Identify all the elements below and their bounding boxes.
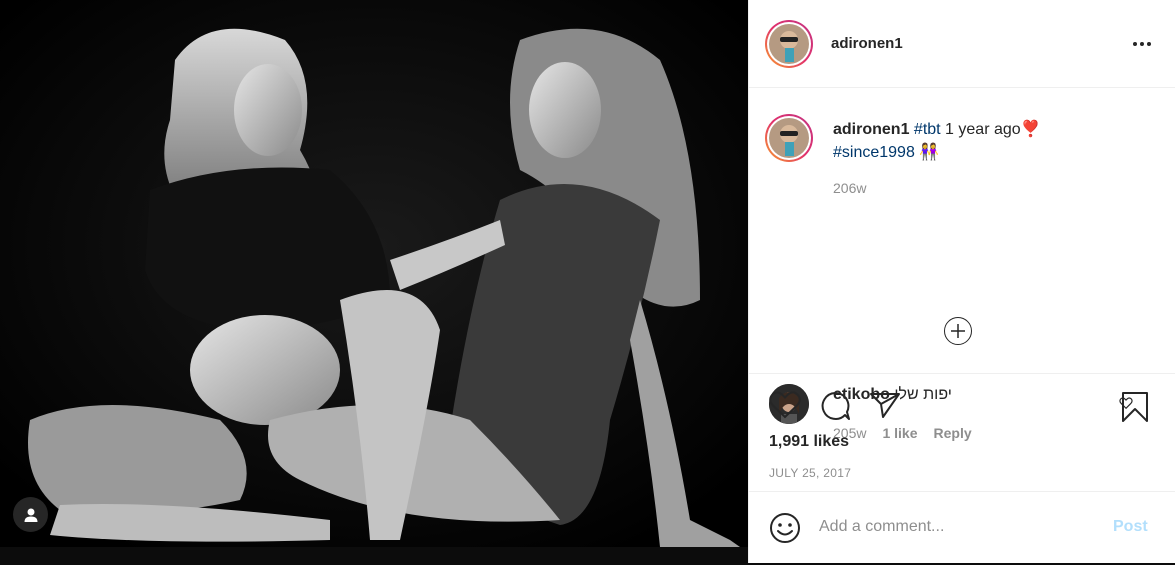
like-button[interactable]: [769, 391, 801, 424]
author-avatar[interactable]: [765, 19, 813, 68]
people-emoji: 👭: [919, 144, 940, 161]
caption-text: adironen1 #tbt 1 year ago❣️ #since1998 👭: [833, 118, 1153, 164]
user-icon: [24, 508, 37, 522]
smiley-icon: [770, 513, 800, 543]
emoji-button[interactable]: [769, 512, 801, 549]
tagged-users-button[interactable]: [13, 497, 48, 532]
caption-time[interactable]: 206w: [833, 180, 866, 196]
caption-body: 1 year ago: [940, 121, 1021, 138]
photo-image: [0, 0, 748, 547]
post-comment-button[interactable]: Post: [1113, 518, 1148, 536]
comments-section: adironen1 #tbt 1 year ago❣️ #since1998 👭…: [749, 88, 1175, 441]
post-date[interactable]: JULY 25, 2017: [769, 466, 851, 480]
more-horizontal-icon: [1133, 41, 1137, 46]
instagram-post-modal: adironen1 adironen1 #tbt 1 year ago❣️ #s…: [0, 0, 1175, 565]
avatar-image: [769, 118, 809, 158]
avatar-image: [769, 23, 809, 64]
author-username[interactable]: adironen1: [831, 35, 903, 52]
caption-author-avatar[interactable]: [765, 114, 813, 162]
post-actions: 1,991 likes JULY 25, 2017: [749, 377, 1175, 492]
comment-button[interactable]: [819, 391, 851, 426]
caption-username[interactable]: adironen1: [833, 121, 909, 138]
add-comment-bar: Post: [749, 492, 1175, 563]
save-button[interactable]: [1121, 391, 1149, 428]
hashtag-since1998[interactable]: #since1998: [833, 144, 915, 161]
likes-count[interactable]: 1,991 likes: [769, 433, 849, 451]
more-options-button[interactable]: [1133, 41, 1151, 46]
post-photo[interactable]: [0, 0, 748, 547]
load-more-comments-button[interactable]: [944, 317, 972, 345]
hashtag-tbt[interactable]: #tbt: [914, 121, 941, 138]
heart-icon: [769, 391, 801, 419]
heart-emoji: ❣️: [1020, 121, 1041, 138]
plus-circle-icon: [951, 324, 965, 338]
post-details-panel: adironen1 adironen1 #tbt 1 year ago❣️ #s…: [748, 0, 1175, 563]
paper-plane-icon: [870, 393, 900, 418]
post-header: adironen1: [749, 0, 1175, 88]
comment-icon: [821, 391, 850, 420]
bookmark-icon: [1122, 392, 1148, 422]
comment-input[interactable]: [819, 512, 1099, 542]
share-button[interactable]: [869, 391, 901, 424]
